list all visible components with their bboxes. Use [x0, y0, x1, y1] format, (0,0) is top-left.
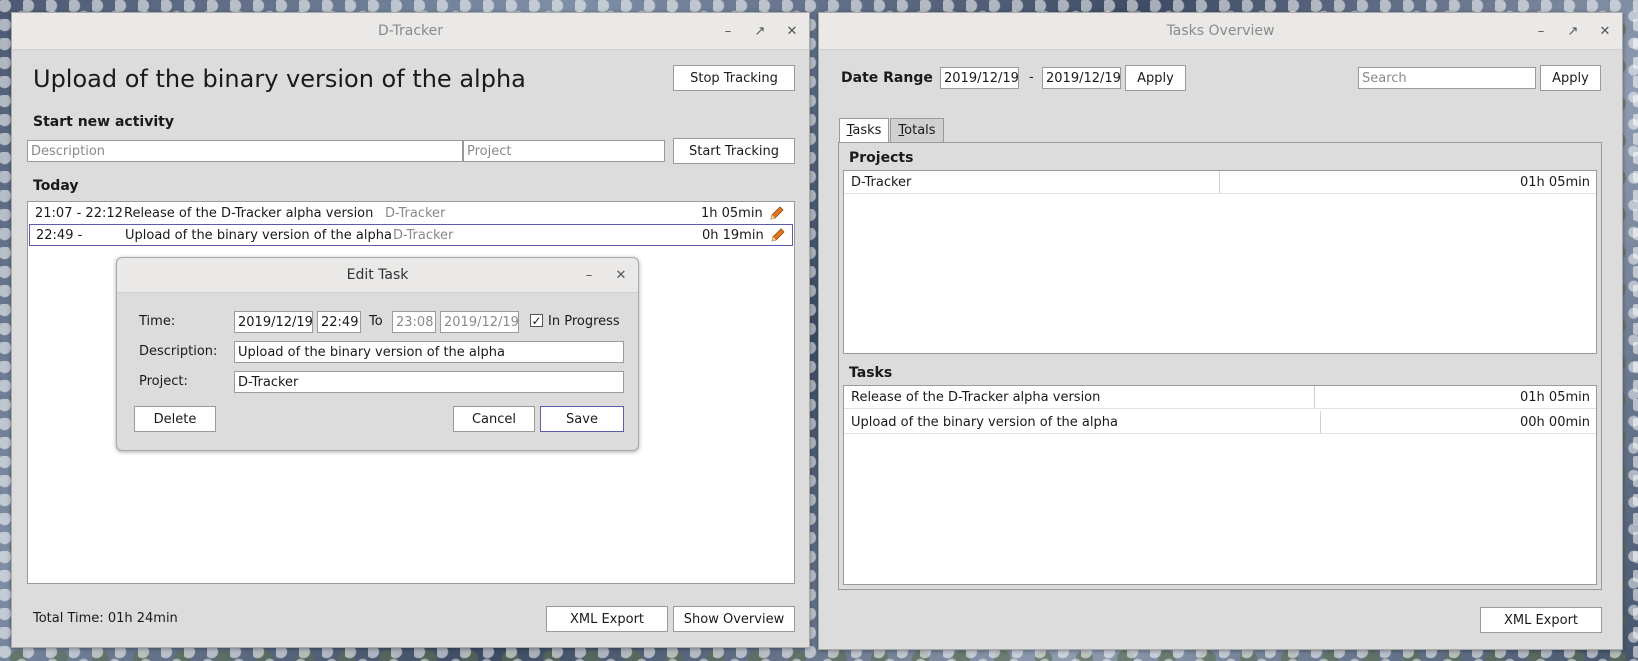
- stop-tracking-button[interactable]: Stop Tracking: [673, 65, 795, 91]
- description-input[interactable]: Description: [27, 140, 463, 162]
- column-divider: [1219, 171, 1220, 193]
- tab-tasks-label: Tasks: [846, 123, 882, 138]
- start-tracking-button[interactable]: Start Tracking: [673, 138, 795, 164]
- tasks-overview-window: Tasks Overview – ↗ ✕ Date Range 2019/12/…: [818, 12, 1623, 650]
- tab-tasks[interactable]: Tasks: [839, 118, 889, 142]
- apply-search-button[interactable]: Apply: [1540, 65, 1601, 91]
- activity-time: 21:07 - 22:12: [35, 205, 123, 221]
- close-icon[interactable]: ✕: [781, 21, 803, 41]
- tasks-table: Release of the D-Tracker alpha version 0…: [843, 385, 1597, 585]
- end-date-field[interactable]: 2019/12/19: [440, 311, 519, 333]
- show-overview-button[interactable]: Show Overview: [673, 606, 795, 632]
- date-separator: -: [1029, 70, 1034, 85]
- project-time: 01h 05min: [1520, 174, 1590, 190]
- dialog-titlebar[interactable]: Edit Task – ✕: [117, 258, 638, 293]
- current-task-title: Upload of the binary version of the alph…: [33, 65, 526, 93]
- tab-panel: Projects D-Tracker 01h 05min Tasks Relea…: [838, 142, 1602, 590]
- activity-time: 22:49 -: [36, 227, 83, 243]
- project-input[interactable]: Project: [463, 140, 665, 162]
- project-label: Project:: [139, 374, 188, 389]
- in-progress-label: In Progress: [548, 314, 620, 329]
- save-button[interactable]: Save: [540, 406, 624, 432]
- window-title: D-Tracker: [377, 23, 444, 39]
- start-time-field[interactable]: 22:49: [317, 311, 361, 333]
- activity-project: D-Tracker: [393, 227, 454, 243]
- end-time-field[interactable]: 23:08: [392, 311, 436, 333]
- description-field[interactable]: Upload of the binary version of the alph…: [234, 341, 624, 363]
- activity-duration: 1h 05min: [701, 205, 763, 221]
- pencil-icon[interactable]: [770, 227, 786, 243]
- task-time: 00h 00min: [1520, 414, 1590, 430]
- tab-totals[interactable]: Totals: [890, 118, 944, 142]
- minimize-icon[interactable]: –: [578, 265, 600, 285]
- tasks-heading: Tasks: [849, 365, 893, 381]
- search-input[interactable]: Search: [1358, 67, 1536, 89]
- maximize-icon[interactable]: ↗: [749, 21, 771, 41]
- edit-task-dialog: Edit Task – ✕ Time: 2019/12/19 22:49 To …: [116, 257, 639, 451]
- activity-title: Release of the D-Tracker alpha version: [124, 205, 374, 221]
- minimize-icon[interactable]: –: [1530, 21, 1552, 41]
- column-divider: [1320, 411, 1321, 433]
- task-name: Upload of the binary version of the alph…: [851, 414, 1118, 430]
- date-range-label: Date Range: [841, 70, 933, 86]
- start-date-field[interactable]: 2019/12/19: [234, 311, 313, 333]
- to-label: To: [369, 314, 383, 329]
- date-to-field[interactable]: 2019/12/19: [1042, 67, 1121, 89]
- total-time: Total Time: 01h 24min: [33, 611, 178, 626]
- projects-heading: Projects: [849, 150, 914, 166]
- today-heading: Today: [33, 178, 79, 194]
- close-icon[interactable]: ✕: [1594, 21, 1616, 41]
- close-icon[interactable]: ✕: [610, 265, 632, 285]
- activity-project: D-Tracker: [385, 205, 446, 221]
- table-row[interactable]: Upload of the binary version of the alph…: [844, 411, 1596, 434]
- table-row[interactable]: D-Tracker 01h 05min: [844, 171, 1596, 194]
- in-progress-checkbox[interactable]: ✓: [530, 314, 543, 327]
- dialog-title: Edit Task: [346, 267, 409, 283]
- task-name: Release of the D-Tracker alpha version: [851, 389, 1101, 405]
- window-title: Tasks Overview: [1166, 23, 1275, 39]
- column-divider: [1314, 386, 1315, 408]
- date-from-field[interactable]: 2019/12/19: [940, 67, 1019, 89]
- project-name: D-Tracker: [851, 174, 912, 190]
- start-new-activity-heading: Start new activity: [33, 114, 174, 130]
- tab-totals-label: Totals: [898, 123, 936, 138]
- table-row[interactable]: Release of the D-Tracker alpha version 0…: [844, 386, 1596, 409]
- projects-table: D-Tracker 01h 05min: [843, 170, 1597, 354]
- description-label: Description:: [139, 344, 218, 359]
- activity-row[interactable]: 21:07 - 22:12 Release of the D-Tracker a…: [28, 202, 794, 224]
- pencil-icon[interactable]: [769, 205, 785, 221]
- minimize-icon[interactable]: –: [717, 21, 739, 41]
- overview-titlebar[interactable]: Tasks Overview – ↗ ✕: [819, 13, 1622, 50]
- maximize-icon[interactable]: ↗: [1562, 21, 1584, 41]
- delete-button[interactable]: Delete: [134, 406, 216, 432]
- time-label: Time:: [139, 314, 176, 329]
- apply-date-button[interactable]: Apply: [1125, 65, 1186, 91]
- dtracker-titlebar[interactable]: D-Tracker – ↗ ✕: [12, 13, 809, 50]
- project-field[interactable]: D-Tracker: [234, 371, 624, 393]
- xml-export-button[interactable]: XML Export: [1480, 607, 1602, 633]
- activity-duration: 0h 19min: [702, 227, 764, 243]
- task-time: 01h 05min: [1520, 389, 1590, 405]
- xml-export-button[interactable]: XML Export: [546, 606, 668, 632]
- cancel-button[interactable]: Cancel: [453, 406, 535, 432]
- activity-title: Upload of the binary version of the alph…: [125, 227, 392, 243]
- activity-row-selected[interactable]: 22:49 - Upload of the binary version of …: [29, 224, 793, 246]
